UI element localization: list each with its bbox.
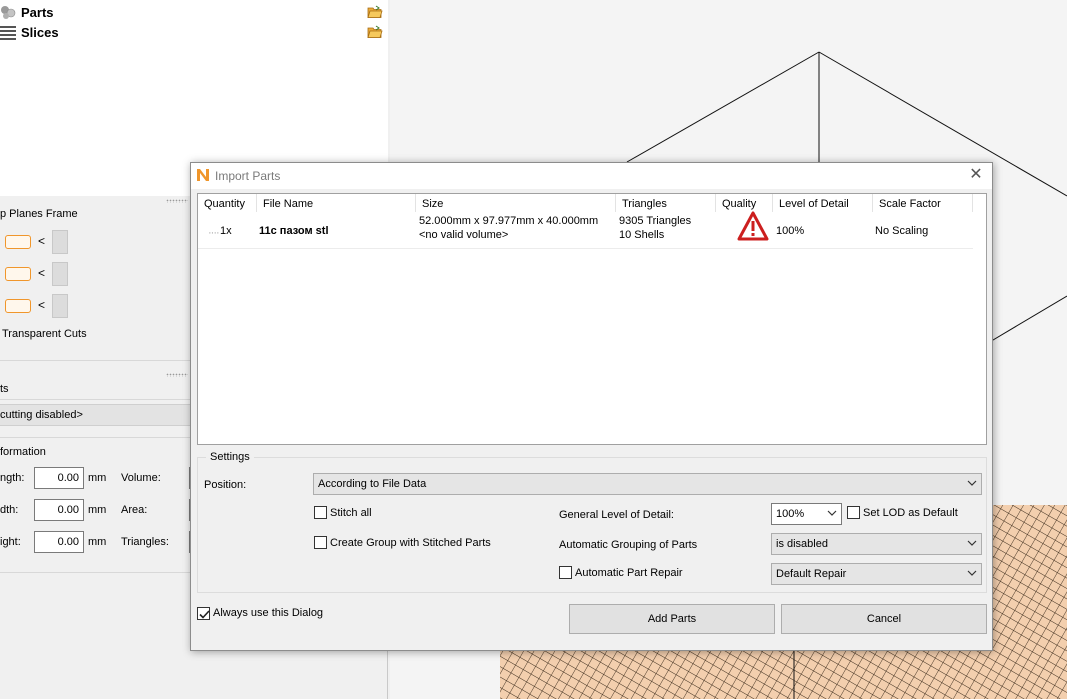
length-unit: mm xyxy=(88,472,107,484)
quantity-cell: 1x xyxy=(220,225,232,237)
file-list-table[interactable]: Quantity File Name Size Triangles Qualit… xyxy=(197,193,987,445)
information-header: formation xyxy=(0,446,46,458)
triangles-cell-shells: 10 Shells xyxy=(619,229,665,241)
auto-grouping-label: Automatic Grouping of Parts xyxy=(559,539,698,551)
auto-repair-checkbox[interactable] xyxy=(559,566,572,579)
set-lod-default-checkbox[interactable] xyxy=(847,506,860,519)
cutting-status-text: cutting disabled> xyxy=(0,409,83,421)
clip-row: < xyxy=(0,229,192,257)
cutting-status-field[interactable]: cutting disabled> xyxy=(0,404,192,426)
row-divider xyxy=(198,248,973,249)
general-lod-select[interactable]: 100% xyxy=(771,503,842,525)
dialog-title: Import Parts xyxy=(215,169,281,183)
always-use-dialog-label[interactable]: Always use this Dialog xyxy=(213,607,323,619)
width-unit: mm xyxy=(88,504,107,516)
clip-planes-header: p Planes Frame xyxy=(0,208,78,220)
general-lod-label: General Level of Detail: xyxy=(559,509,674,521)
height-value: 0.00 xyxy=(34,531,84,553)
info-row-height: ight: 0.00 mm Triangles: xyxy=(0,531,192,555)
clip-plane-toggle[interactable] xyxy=(5,299,31,313)
col-header-scale[interactable]: Scale Factor xyxy=(873,194,973,212)
clip-arrow[interactable]: < xyxy=(38,234,45,248)
tree-dots: ···· xyxy=(208,227,220,239)
settings-group: Settings Position: According to File Dat… xyxy=(197,451,987,593)
always-use-dialog-checkbox[interactable] xyxy=(197,607,210,620)
triangles-label: Triangles: xyxy=(121,536,169,548)
cancel-button[interactable]: Cancel xyxy=(781,604,987,634)
chevron-down-icon xyxy=(827,510,837,516)
dialog-title-bar[interactable]: Import Parts ✕ xyxy=(191,163,992,189)
warning-icon xyxy=(737,211,769,241)
position-select[interactable]: According to File Data xyxy=(313,473,982,495)
stitch-all-checkbox[interactable] xyxy=(314,506,327,519)
create-group-label[interactable]: Create Group with Stitched Parts xyxy=(330,537,491,549)
transparent-cuts-label[interactable]: Transparent Cuts xyxy=(2,328,87,340)
height-label: ight: xyxy=(0,536,21,548)
chevron-down-icon xyxy=(967,480,977,486)
open-folder-icon[interactable] xyxy=(367,25,383,39)
length-label: ngth: xyxy=(0,472,25,484)
position-label: Position: xyxy=(204,479,247,491)
create-group-checkbox[interactable] xyxy=(314,536,327,549)
panel-grip[interactable] xyxy=(166,199,188,203)
scale-cell: No Scaling xyxy=(875,225,929,237)
col-header-quality[interactable]: Quality xyxy=(716,194,773,212)
size-cell-volume: <no valid volume> xyxy=(419,229,509,241)
clip-slider[interactable] xyxy=(52,294,68,318)
size-cell-dimensions: 52.000mm x 97.977mm x 40.000mm xyxy=(419,215,599,227)
file-name-cell: 11с пазом stl xyxy=(259,225,329,237)
lod-cell: 100% xyxy=(776,225,805,237)
open-folder-icon[interactable] xyxy=(367,5,383,19)
clip-row: < xyxy=(0,261,192,289)
auto-grouping-value: is disabled xyxy=(776,538,828,550)
clip-slider[interactable] xyxy=(52,262,68,286)
close-button[interactable]: ✕ xyxy=(968,167,984,183)
clip-plane-toggle[interactable] xyxy=(5,267,31,281)
clip-arrow[interactable]: < xyxy=(38,298,45,312)
clip-plane-toggle[interactable] xyxy=(5,235,31,249)
position-value: According to File Data xyxy=(318,478,427,490)
cuts-header: ts xyxy=(0,383,9,395)
clip-row: < xyxy=(0,293,192,321)
col-header-quantity[interactable]: Quantity xyxy=(198,194,257,212)
area-label: Area: xyxy=(121,504,148,516)
info-row-length: ngth: 0.00 mm Volume: xyxy=(0,467,192,491)
repair-select[interactable]: Default Repair xyxy=(771,563,982,585)
col-header-size[interactable]: Size xyxy=(416,194,616,212)
width-label: dth: xyxy=(0,504,19,516)
set-lod-default-label[interactable]: Set LOD as Default xyxy=(863,507,958,519)
checkmark-icon xyxy=(199,610,210,619)
repair-value: Default Repair xyxy=(776,568,847,580)
col-header-file-name[interactable]: File Name xyxy=(257,194,416,212)
tree-label-parts: Parts xyxy=(21,4,54,20)
settings-legend: Settings xyxy=(206,451,254,463)
auto-grouping-select[interactable]: is disabled xyxy=(771,533,982,555)
clip-arrow[interactable]: < xyxy=(38,266,45,280)
tree-item-parts[interactable]: Parts xyxy=(0,2,388,22)
volume-label: Volume: xyxy=(121,472,161,484)
parts-icon xyxy=(1,6,16,19)
chevron-down-icon xyxy=(967,570,977,576)
add-parts-button[interactable]: Add Parts xyxy=(569,604,775,634)
clip-slider[interactable] xyxy=(52,230,68,254)
tree-item-slices[interactable]: Slices xyxy=(0,22,388,42)
height-unit: mm xyxy=(88,536,107,548)
stitch-all-label[interactable]: Stitch all xyxy=(330,507,372,519)
slices-icon xyxy=(0,26,16,40)
width-value: 0.00 xyxy=(34,499,84,521)
import-parts-dialog: Import Parts ✕ Quantity File Name Size T… xyxy=(190,162,993,651)
app-logo-icon xyxy=(197,169,209,181)
triangles-cell-count: 9305 Triangles xyxy=(619,215,692,227)
auto-repair-label[interactable]: Automatic Part Repair xyxy=(575,567,683,579)
info-row-width: dth: 0.00 mm Area: xyxy=(0,499,192,523)
tree-label-slices: Slices xyxy=(21,24,59,40)
col-header-triangles[interactable]: Triangles xyxy=(616,194,716,212)
col-header-lod[interactable]: Level of Detail xyxy=(773,194,873,212)
general-lod-value: 100% xyxy=(776,508,805,520)
chevron-down-icon xyxy=(967,540,977,546)
panel-grip[interactable] xyxy=(166,373,188,377)
length-value: 0.00 xyxy=(34,467,84,489)
